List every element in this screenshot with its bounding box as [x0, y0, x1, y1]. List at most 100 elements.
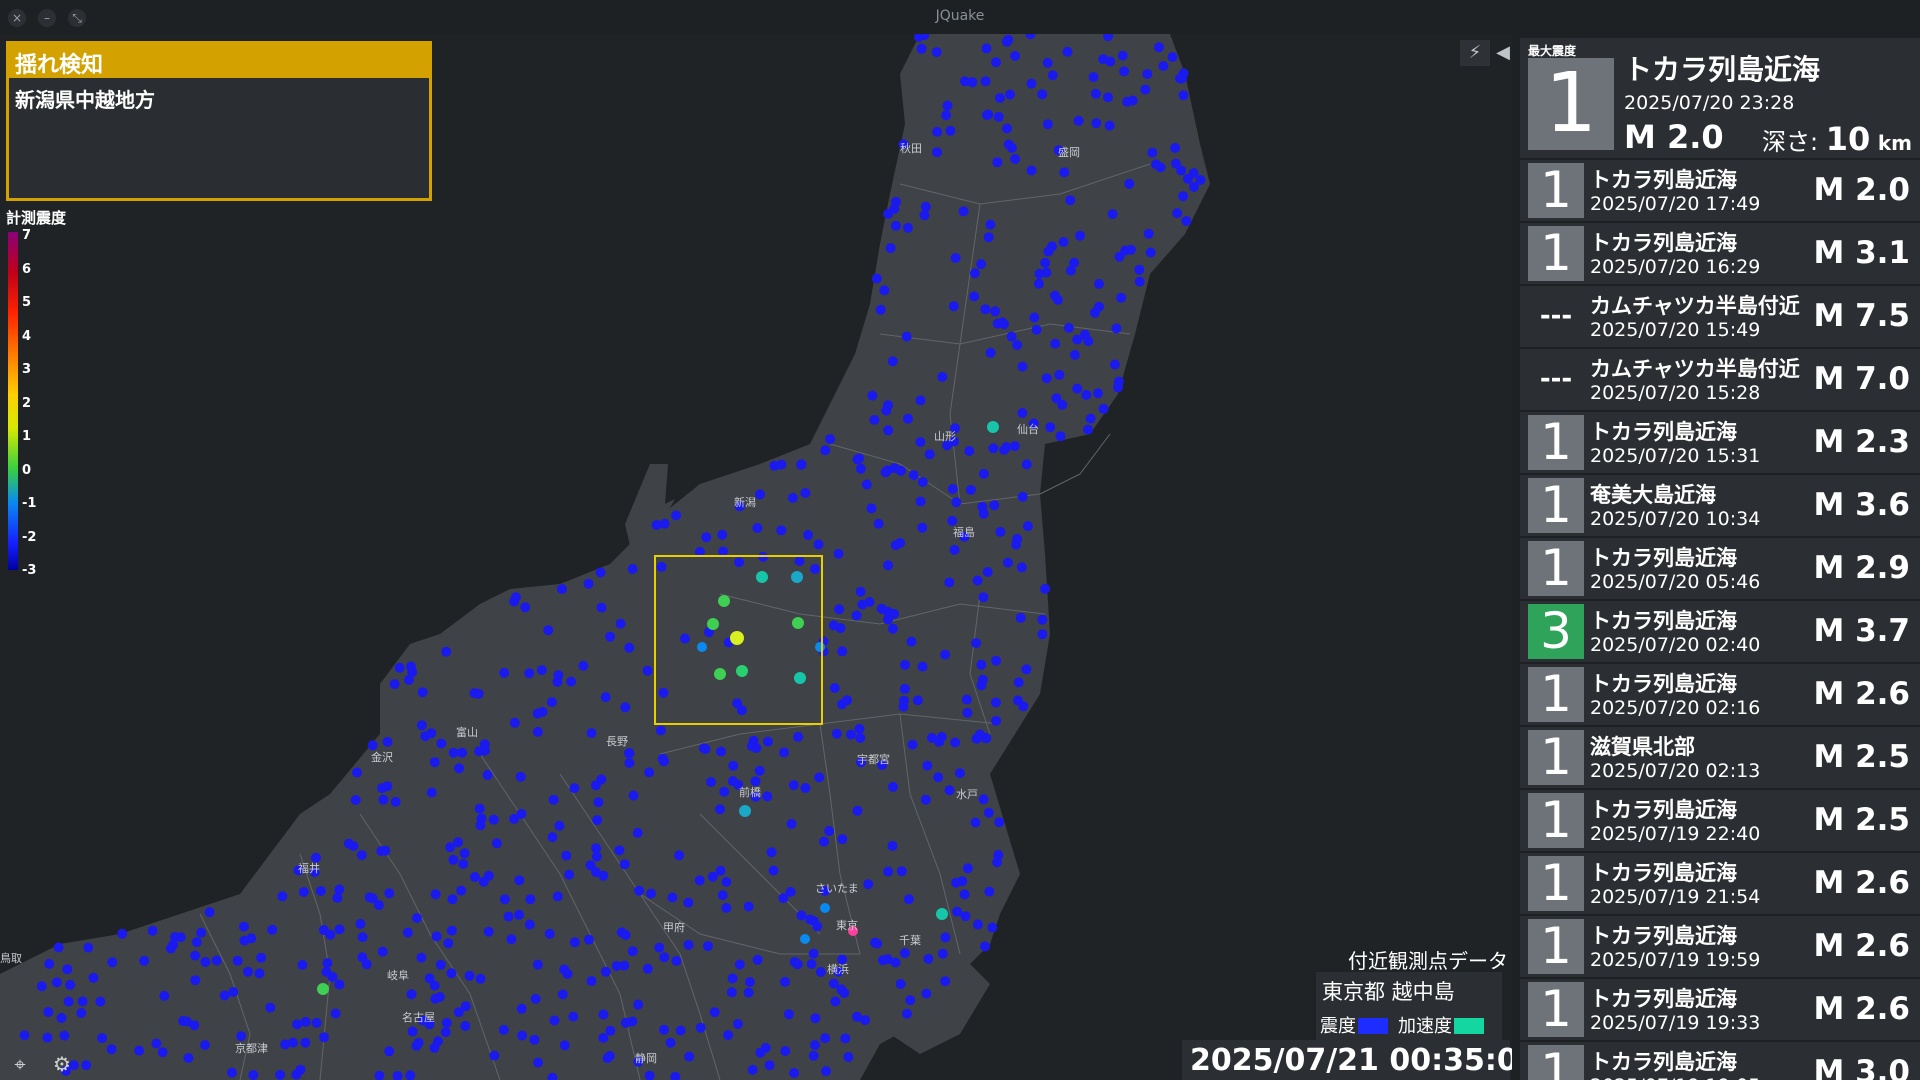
station-dot — [596, 602, 607, 613]
station-dot — [789, 1068, 800, 1078]
station-dot — [728, 760, 739, 771]
station-dot — [384, 888, 395, 899]
depth-unit: km — [1877, 131, 1912, 155]
station-dot — [883, 866, 894, 877]
eq-magnitude: M 2.3 — [1813, 424, 1910, 460]
station-dot — [644, 767, 655, 778]
station-dot — [719, 786, 730, 797]
scale-tick-label: 3 — [22, 362, 32, 377]
earthquake-list-item[interactable]: --- カムチャツカ半島付近 2025/07/20 15:49 M 7.5 — [1520, 286, 1920, 347]
station-dot — [1098, 403, 1109, 414]
station-dot — [59, 1030, 70, 1041]
station-dot — [1021, 459, 1032, 470]
latest-intensity: 1 — [1528, 58, 1614, 150]
station-dot — [1147, 147, 1158, 158]
station-dot — [733, 1019, 743, 1029]
station-dot — [743, 987, 754, 998]
station-dot — [984, 886, 995, 897]
latest-earthquake[interactable]: 最大震度 1 トカラ列島近海 2025/07/20 23:28 M 2.0 深さ… — [1520, 38, 1920, 158]
eq-time: 2025/07/20 05:46 — [1590, 571, 1761, 593]
station-dot — [63, 996, 74, 1007]
station-dot — [982, 567, 993, 577]
city-label: 仙台 — [1017, 422, 1039, 436]
station-dot — [228, 987, 239, 997]
eq-time: 2025/07/19 19:05 — [1590, 1075, 1760, 1080]
station-dot — [491, 838, 502, 849]
station-dot — [942, 100, 953, 111]
station-dot — [548, 794, 559, 805]
earthquake-list-item[interactable]: 1 トカラ列島近海 2025/07/20 05:46 M 2.9 — [1520, 538, 1920, 599]
station-dot — [578, 660, 589, 671]
earthquake-list-item[interactable]: 1 滋賀県北部 2025/07/20 02:13 M 2.5 — [1520, 727, 1920, 788]
station-dot — [980, 304, 991, 315]
station-dot — [875, 304, 886, 315]
station-dot — [544, 928, 555, 939]
station-dot — [267, 924, 278, 935]
station-dot — [656, 561, 667, 572]
station-dot — [717, 890, 728, 901]
station-dot — [899, 948, 910, 959]
station-dot — [1018, 701, 1029, 712]
station-dot — [876, 603, 887, 614]
station-dot — [315, 886, 326, 896]
collapse-icon[interactable]: ◀ — [1494, 40, 1512, 66]
eq-region: トカラ列島近海 — [1590, 168, 1737, 192]
station-dot — [200, 1040, 210, 1050]
earthquake-list-item[interactable]: 1 トカラ列島近海 2025/07/20 17:49 M 2.0 — [1520, 160, 1920, 221]
station-dot — [1073, 115, 1084, 126]
station-dot — [510, 592, 521, 603]
eq-magnitude: M 2.6 — [1813, 928, 1910, 964]
earthquake-list-item[interactable]: 1 トカラ列島近海 2025/07/19 21:54 M 2.6 — [1520, 853, 1920, 914]
station-dot — [591, 867, 601, 878]
station-dot — [917, 477, 928, 487]
earthquake-list-item[interactable]: 1 トカラ列島近海 2025/07/19 19:33 M 2.6 — [1520, 979, 1920, 1040]
eq-magnitude: M 7.0 — [1813, 361, 1910, 397]
station-dot — [748, 735, 759, 746]
station-dot — [747, 1064, 758, 1075]
earthquake-list-item[interactable]: 1トカラ列島近海2025/07/19 19:05 M 3.0 — [1520, 1042, 1920, 1080]
station-dot — [605, 1025, 616, 1036]
earthquake-list-item[interactable]: 3 トカラ列島近海 2025/07/20 02:40 M 3.7 — [1520, 601, 1920, 662]
earthquake-list-item[interactable]: 1 トカラ列島近海 2025/07/20 02:16 M 2.6 — [1520, 664, 1920, 725]
station-dot — [454, 763, 465, 774]
station-dot — [619, 859, 630, 870]
station-dot — [683, 897, 694, 908]
earthquake-list-item[interactable]: 1 奄美大島近海 2025/07/20 10:34 M 3.6 — [1520, 475, 1920, 536]
station-dot — [978, 794, 989, 805]
city-label: 甲府 — [663, 920, 685, 934]
gear-icon[interactable]: ⚙ — [50, 1052, 74, 1076]
station-dot — [883, 560, 894, 571]
station-dot — [620, 702, 631, 713]
station-dot — [861, 479, 872, 490]
station-dot — [561, 850, 572, 861]
station-dot — [1117, 50, 1128, 61]
station-dot — [780, 976, 790, 987]
station-dot — [1109, 359, 1120, 370]
station-dot — [196, 927, 207, 938]
station-dot — [403, 674, 414, 685]
station-dot — [659, 518, 670, 529]
station-dot — [564, 869, 575, 880]
earthquake-list-item[interactable]: 1 トカラ列島近海 2025/07/19 19:59 M 2.6 — [1520, 916, 1920, 977]
eq-intensity: 1 — [1528, 793, 1584, 848]
station-dot — [1114, 251, 1125, 262]
station-dot — [675, 1025, 686, 1036]
station-dot — [514, 909, 524, 920]
city-label: 静岡 — [635, 1051, 657, 1065]
locate-icon[interactable]: ⌖ — [8, 1052, 32, 1076]
earthquake-list-item[interactable]: --- カムチャツカ半島付近 2025/07/20 15:28 M 7.0 — [1520, 349, 1920, 410]
earthquake-list-item[interactable]: 1 トカラ列島近海 2025/07/19 22:40 M 2.5 — [1520, 790, 1920, 851]
city-label: 盛岡 — [1058, 145, 1080, 159]
station-dot — [999, 444, 1010, 455]
station-dot — [586, 976, 597, 986]
lightning-icon[interactable]: ⚡ — [1460, 40, 1490, 66]
earthquake-list-item[interactable]: 1 トカラ列島近海 2025/07/20 16:29 M 3.1 — [1520, 223, 1920, 284]
station-dot — [1002, 557, 1013, 568]
station-dot — [959, 889, 970, 900]
station-dot — [549, 1015, 560, 1026]
station-dot — [917, 522, 928, 533]
earthquake-list-item[interactable]: 1 トカラ列島近海 2025/07/20 15:31 M 2.3 — [1520, 412, 1920, 473]
station-dot — [654, 942, 665, 953]
station-dot — [441, 1017, 452, 1028]
station-dot — [788, 780, 799, 791]
